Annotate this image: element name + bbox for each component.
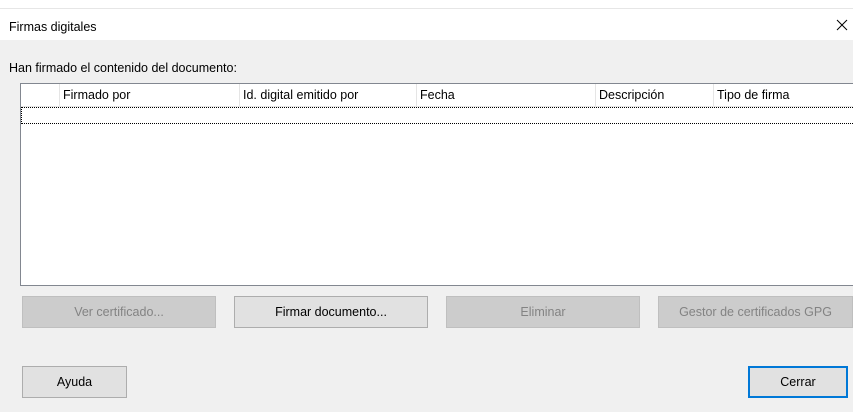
digital-signatures-dialog: Firmas digitales Han firmado el contenid… xyxy=(0,0,853,412)
title-bar: Firmas digitales xyxy=(0,0,853,40)
column-header-icon[interactable] xyxy=(21,84,60,106)
close-icon xyxy=(836,19,848,31)
close-button[interactable] xyxy=(831,10,853,40)
table-header: Firmado por Id. digital emitido por Fech… xyxy=(21,84,853,107)
title-bar-top-edge xyxy=(0,0,853,9)
dialog-title: Firmas digitales xyxy=(9,20,97,34)
gpg-manager-button[interactable]: Gestor de certificados GPG xyxy=(658,296,853,328)
column-header-issued-by[interactable]: Id. digital emitido por xyxy=(240,84,417,106)
column-header-description[interactable]: Descripción xyxy=(596,84,714,106)
column-header-signature-type[interactable]: Tipo de firma xyxy=(714,84,853,106)
help-button[interactable]: Ayuda xyxy=(22,366,127,398)
focused-empty-row[interactable] xyxy=(21,107,853,124)
signed-content-label: Han firmado el contenido del documento: xyxy=(9,61,237,75)
signatures-table[interactable]: Firmado por Id. digital emitido por Fech… xyxy=(20,83,853,286)
column-header-date[interactable]: Fecha xyxy=(417,84,596,106)
view-certificate-button[interactable]: Ver certificado... xyxy=(22,296,216,328)
sign-document-button[interactable]: Firmar documento... xyxy=(234,296,428,328)
close-dialog-button[interactable]: Cerrar xyxy=(748,366,848,398)
column-header-signed-by[interactable]: Firmado por xyxy=(60,84,240,106)
remove-button[interactable]: Eliminar xyxy=(446,296,640,328)
